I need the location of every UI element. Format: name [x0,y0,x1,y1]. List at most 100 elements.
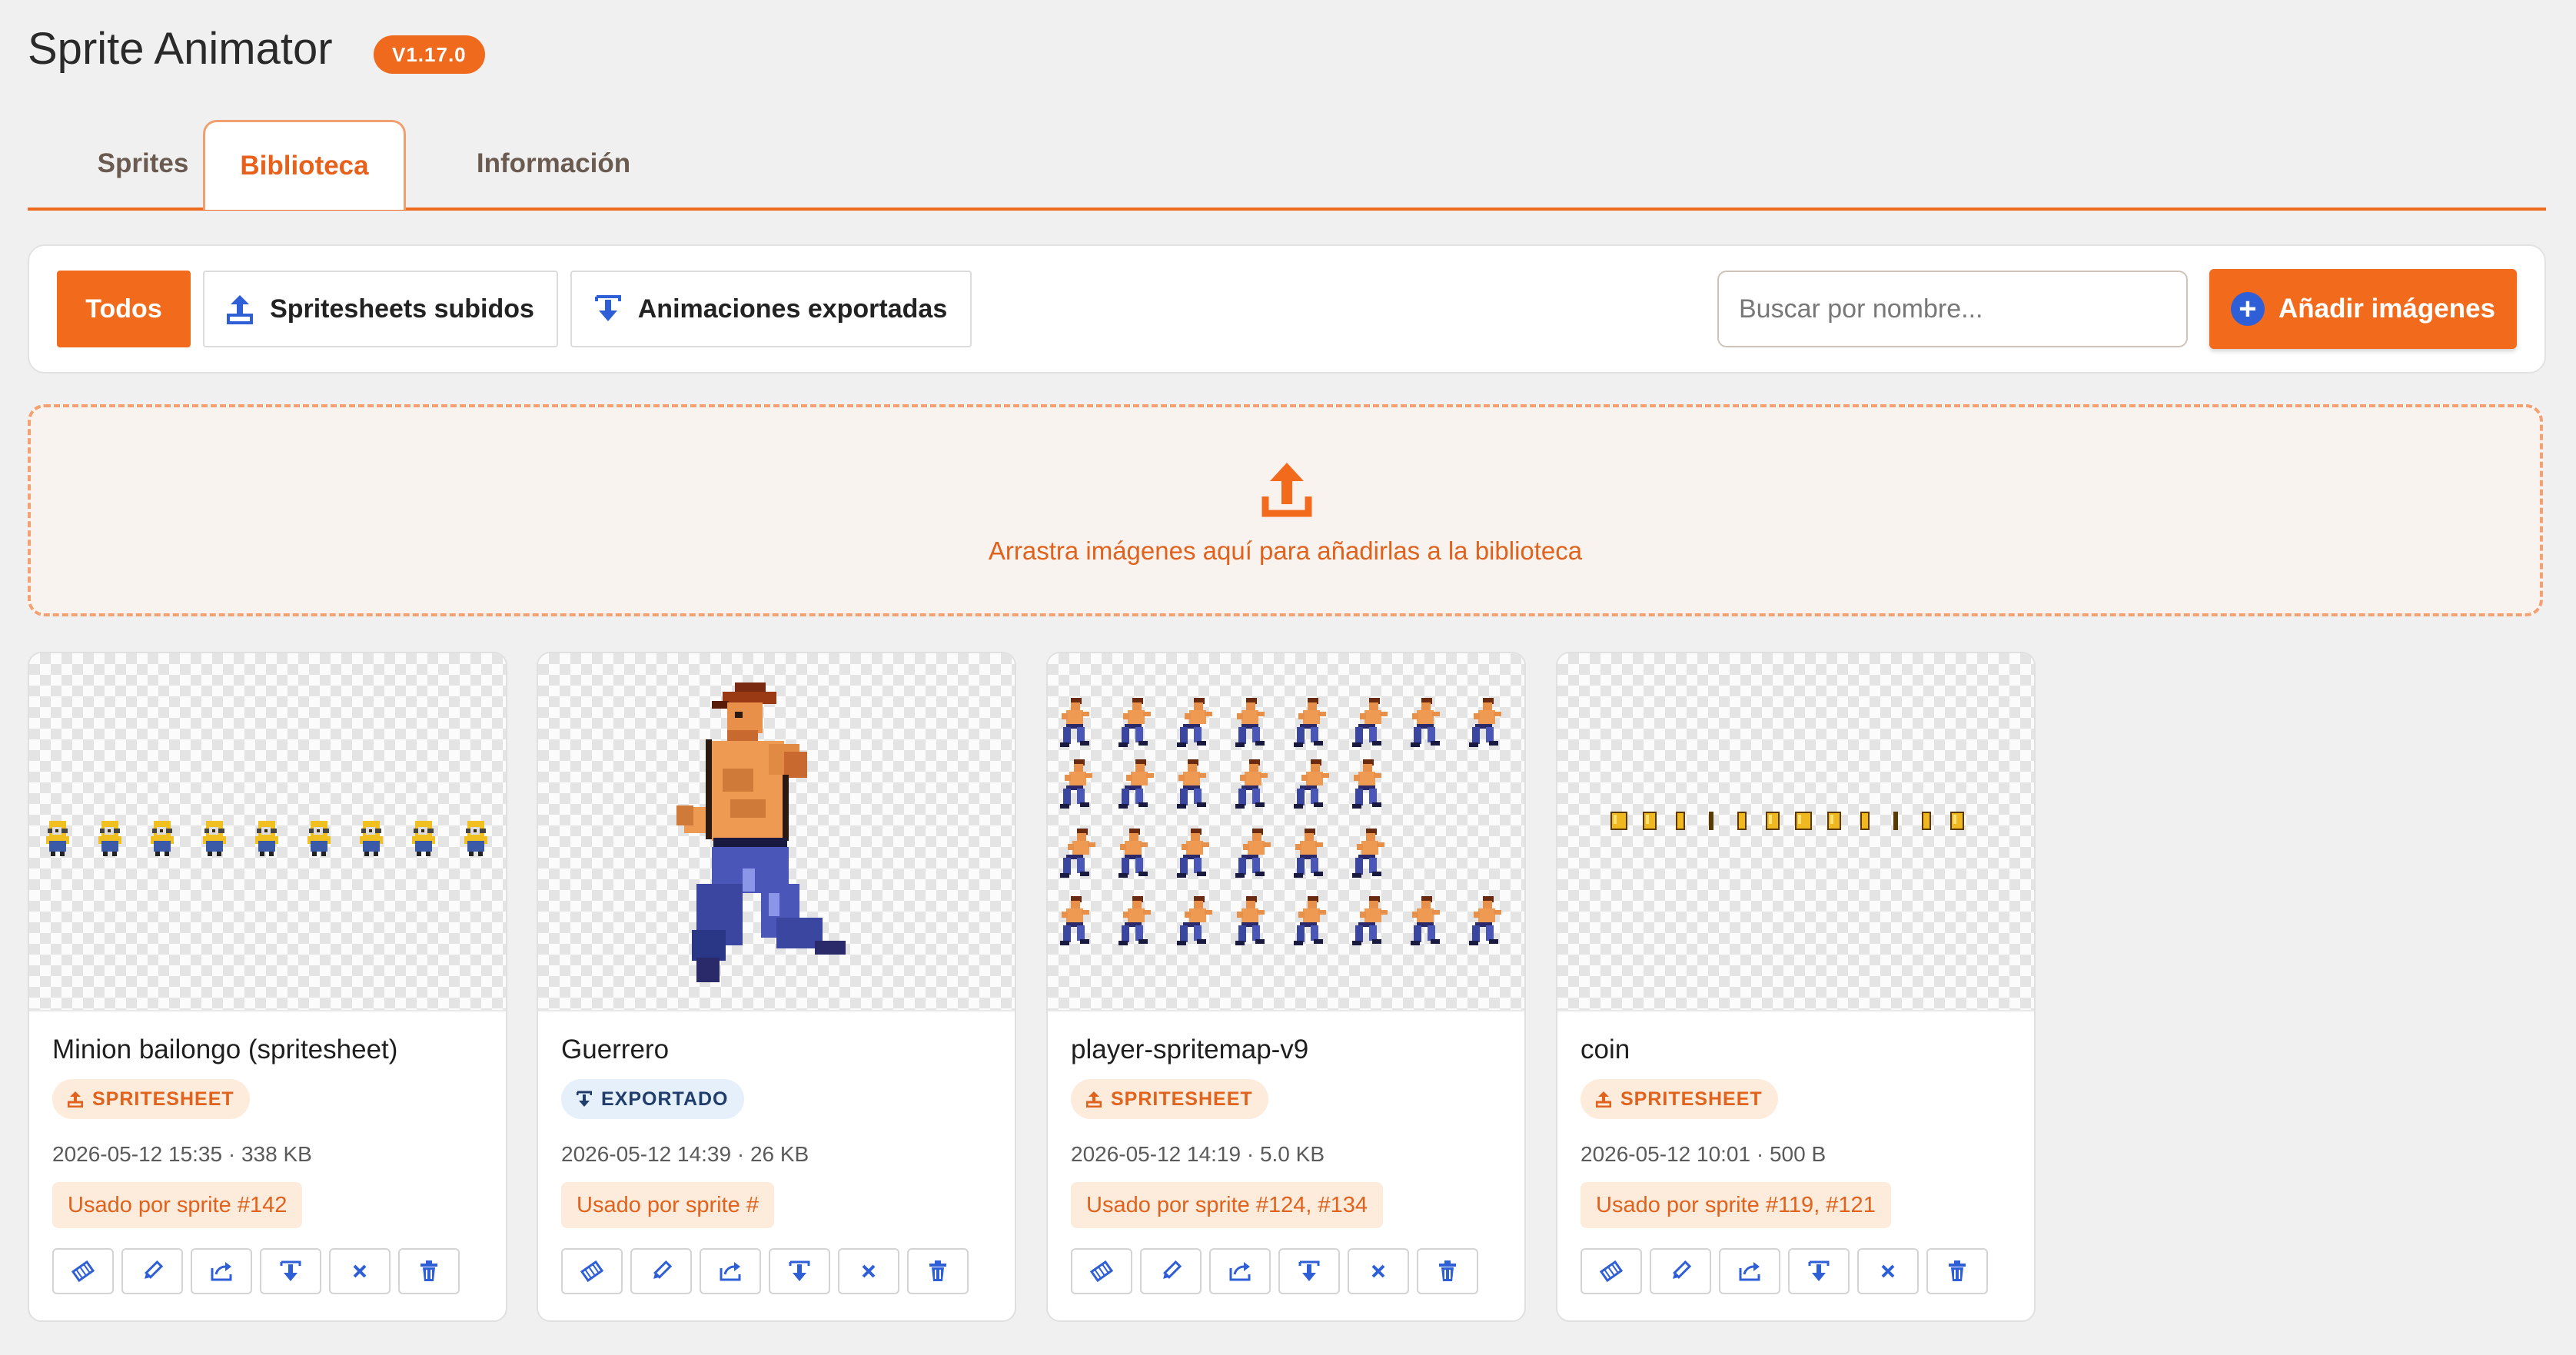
card-actions [1581,1248,1988,1294]
player-spritemap-image [1060,698,1501,945]
library-card: coin SPRITESHEET 2026-05-12 10:01 · 500 … [1556,652,2036,1322]
sprite-thumbnail[interactable] [29,653,506,1011]
sprite-thumbnail[interactable] [1048,653,1524,1011]
type-badge: EXPORTADO [561,1079,744,1119]
filter-all-button[interactable]: Todos [57,271,191,347]
share-button[interactable] [1719,1248,1780,1294]
library-toolbar: Todos Spritesheets subidos Animaciones e… [28,244,2546,374]
player-frame [1235,698,1265,747]
minion-frame [412,821,435,856]
slice-icon [71,1259,95,1284]
tab-informacion[interactable]: Información [438,120,669,208]
type-badge: SPRITESHEET [1071,1079,1268,1119]
player-frame [1411,896,1440,945]
library-card: player-spritemap-v9 SPRITESHEET 2026-05-… [1046,652,1526,1322]
remove-button[interactable] [1857,1248,1919,1294]
slice-button[interactable] [561,1248,623,1294]
share-button[interactable] [191,1248,252,1294]
tab-bar: Sprites Biblioteca Información [28,120,2546,211]
card-title: coin [1581,1035,1630,1064]
usage-tag: Usado por sprite #124, #134 [1071,1182,1383,1228]
download-button[interactable] [1788,1248,1850,1294]
version-badge: V1.17.0 [374,35,485,74]
share-button[interactable] [700,1248,761,1294]
edit-button[interactable] [1140,1248,1202,1294]
edit-button[interactable] [1650,1248,1711,1294]
delete-button[interactable] [398,1248,460,1294]
player-frame [1235,829,1271,878]
card-meta: 2026-05-12 10:01 · 500 B [1581,1142,1826,1166]
coin-frame [1950,812,1964,830]
card-actions [1071,1248,1478,1294]
slice-button[interactable] [52,1248,114,1294]
player-frame [1118,698,1151,747]
delete-button[interactable] [1926,1248,1988,1294]
remove-button[interactable] [838,1248,899,1294]
tab-biblioteca[interactable]: Biblioteca [203,120,406,210]
edit-icon [140,1259,165,1284]
trash-icon [1435,1259,1460,1284]
download-button[interactable] [769,1248,830,1294]
card-meta: 2026-05-12 15:35 · 338 KB [52,1142,312,1166]
player-frame [1411,698,1440,747]
type-badge-label: EXPORTADO [601,1088,729,1110]
player-frame [1469,698,1501,747]
player-frame [1294,829,1323,878]
search-input[interactable] [1717,271,2188,347]
player-frame [1060,698,1089,747]
plus-circle-icon: + [2230,292,2265,326]
share-icon [209,1259,234,1284]
filter-exported-button[interactable]: Animaciones exportadas [570,271,972,347]
library-card: Guerrero EXPORTADO 2026-05-12 14:39 · 26… [537,652,1016,1322]
delete-button[interactable] [1417,1248,1478,1294]
drop-zone[interactable]: Arrastra imágenes aquí para añadirlas a … [28,404,2543,616]
card-meta: 2026-05-12 14:39 · 26 KB [561,1142,809,1166]
type-badge-label: SPRITESHEET [1111,1088,1253,1110]
delete-button[interactable] [907,1248,969,1294]
coin-frame [1709,812,1713,830]
slice-button[interactable] [1581,1248,1642,1294]
download-icon [278,1259,303,1284]
trash-icon [926,1259,950,1284]
upload-icon [1086,1091,1102,1108]
upload-icon [68,1091,83,1108]
coin-frame [1610,812,1627,830]
download-icon [577,1091,592,1107]
card-actions [561,1248,969,1294]
player-frame [1177,759,1206,809]
slice-icon [1089,1259,1114,1284]
usage-tag: Usado por sprite #142 [52,1182,303,1228]
edit-button[interactable] [630,1248,692,1294]
minion-frame [360,821,383,856]
player-frame [1352,698,1388,747]
player-frame [1352,829,1384,878]
add-images-button[interactable]: + Añadir imágenes [2209,269,2517,349]
slice-icon [580,1259,604,1284]
sprite-thumbnail[interactable] [538,653,1015,1011]
trash-icon [1945,1259,1969,1284]
tab-sprites[interactable]: Sprites [58,120,228,208]
remove-button[interactable] [1348,1248,1409,1294]
remove-button[interactable] [329,1248,391,1294]
download-button[interactable] [1278,1248,1340,1294]
share-button[interactable] [1209,1248,1271,1294]
sprite-thumbnail[interactable] [1557,653,2034,1011]
slice-icon [1599,1259,1624,1284]
edit-icon [1668,1259,1693,1284]
player-frame [1469,896,1501,945]
filter-spritesheets-button[interactable]: Spritesheets subidos [203,271,558,347]
player-frame [1352,896,1388,945]
edit-button[interactable] [121,1248,183,1294]
player-frame [1177,896,1212,945]
download-button[interactable] [260,1248,321,1294]
slice-button[interactable] [1071,1248,1132,1294]
usage-tag: Usado por sprite # [561,1182,774,1228]
upload-icon [227,295,254,324]
coin-frame [1827,812,1841,830]
download-icon [594,295,621,321]
player-frame [1294,759,1329,809]
player-frame [1177,829,1209,878]
card-title: Guerrero [561,1035,670,1064]
close-icon [1876,1259,1900,1284]
minion-frame [203,821,226,856]
